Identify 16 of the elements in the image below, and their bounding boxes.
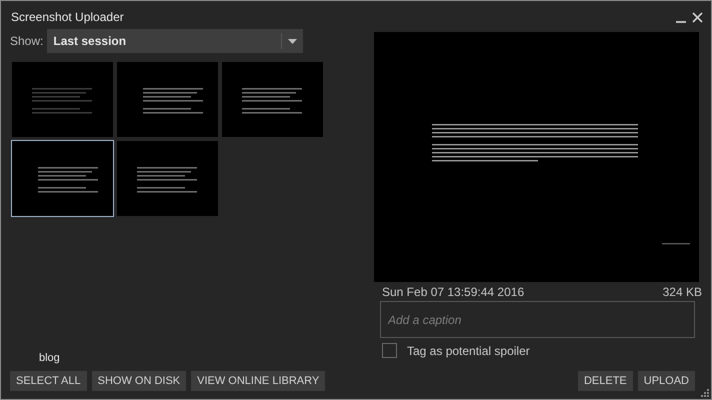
date-text: Sun Feb 07 13:59:44 2016 xyxy=(382,285,524,299)
caret-icon xyxy=(288,38,298,44)
resize-grip-icon[interactable] xyxy=(701,389,709,397)
action-button[interactable]: UPLOAD xyxy=(638,371,695,391)
filter-label: Show: xyxy=(10,34,44,48)
action-button[interactable]: VIEW ONLINE LIBRARY xyxy=(191,371,326,391)
spoiler-label: Tag as potential spoiler xyxy=(407,344,530,358)
file-size: 324 KB xyxy=(662,285,702,299)
window-title: Screenshot Uploader xyxy=(11,10,124,24)
filter-dropdown[interactable]: Last session xyxy=(47,29,304,53)
action-button[interactable]: SHOW ON DISK xyxy=(92,371,186,391)
spoiler-checkbox[interactable] xyxy=(382,343,397,358)
close-icon[interactable] xyxy=(692,12,703,23)
blog-label: blog xyxy=(39,352,61,364)
action-button[interactable]: SELECT ALL xyxy=(10,371,87,391)
action-button[interactable]: DELETE xyxy=(578,371,633,391)
